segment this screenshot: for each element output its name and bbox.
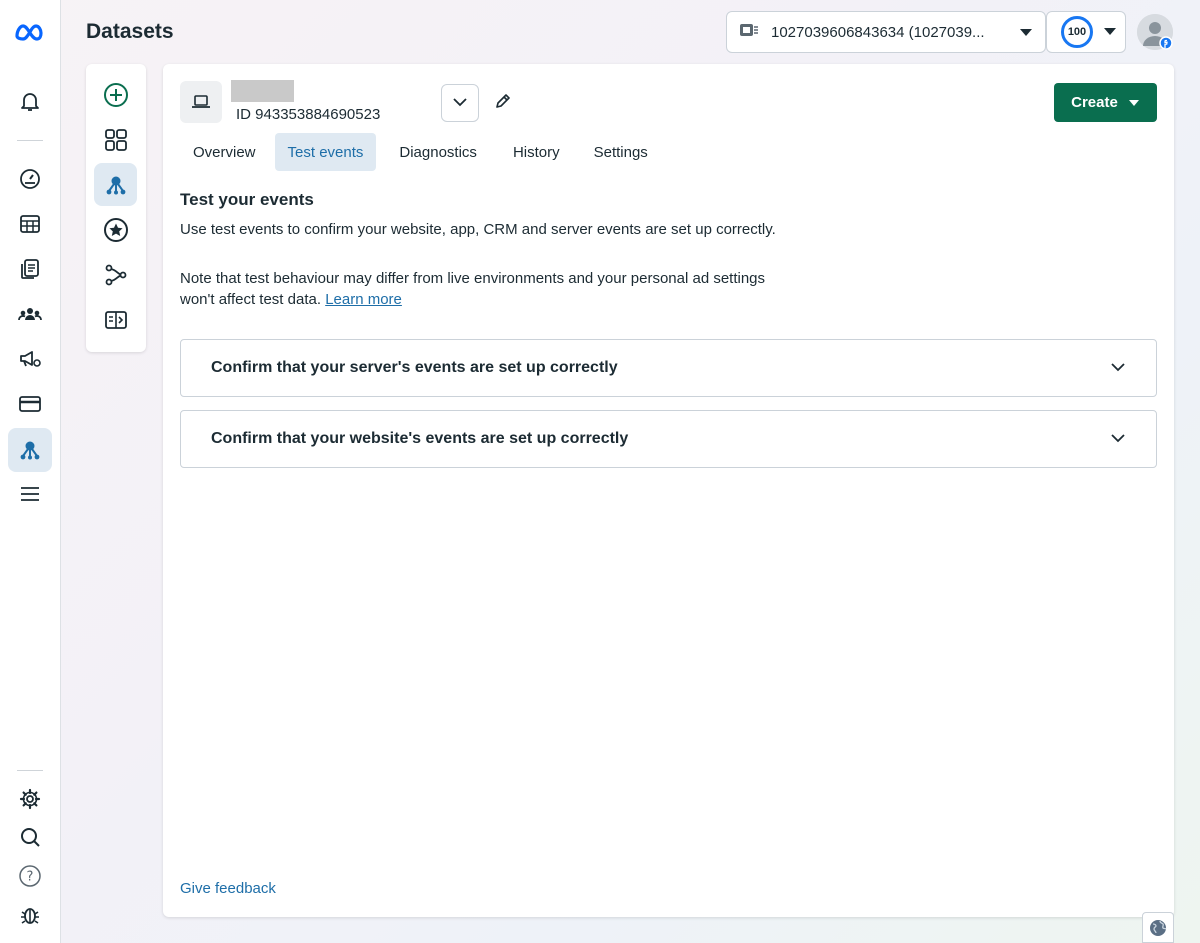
opportunity-score-selector[interactable]: 100	[1046, 11, 1126, 53]
chevron-down-icon	[1110, 430, 1126, 448]
tag-icon[interactable]	[94, 298, 137, 341]
overview-grid-icon[interactable]	[94, 118, 137, 161]
documents-icon[interactable]	[8, 247, 52, 291]
menu-icon[interactable]	[8, 472, 52, 516]
main-panel: ID 943353884690523 Create Overview Test …	[163, 64, 1174, 917]
bug-report-icon[interactable]	[8, 893, 52, 937]
table-icon[interactable]	[8, 202, 52, 246]
dashboard-gauge-icon[interactable]	[8, 157, 52, 201]
caret-down-icon	[1128, 94, 1140, 111]
rail-divider	[17, 140, 43, 141]
left-nav-rail: ?	[0, 0, 61, 943]
edit-pencil-icon[interactable]	[492, 90, 514, 112]
server-events-accordion[interactable]: Confirm that your server's events are se…	[180, 339, 1157, 397]
tab-overview[interactable]: Overview	[180, 133, 269, 171]
dataset-id: ID 943353884690523	[236, 106, 381, 123]
caret-down-icon	[1103, 23, 1117, 41]
test-note-text: Note that test behaviour may differ from…	[180, 270, 766, 308]
chevron-down-icon	[452, 94, 468, 112]
globe-icon[interactable]	[1142, 912, 1174, 943]
accordion-label: Confirm that your website's events are s…	[211, 430, 629, 447]
business-card-icon	[739, 22, 759, 42]
help-icon[interactable]: ?	[8, 854, 52, 898]
caret-down-icon	[1019, 24, 1033, 41]
dataset-switcher-button[interactable]	[441, 84, 479, 122]
ads-megaphone-icon[interactable]	[8, 337, 52, 381]
audiences-icon[interactable]	[8, 292, 52, 336]
create-button-label: Create	[1071, 94, 1118, 111]
give-feedback-link[interactable]: Give feedback	[180, 880, 276, 897]
tab-test-events[interactable]: Test events	[274, 133, 377, 171]
dataset-tabs: Overview Test events Diagnostics History…	[180, 133, 661, 171]
learn-more-link[interactable]: Learn more	[325, 291, 402, 308]
dataset-name-redacted	[231, 80, 294, 102]
billing-card-icon[interactable]	[8, 382, 52, 426]
chevron-down-icon	[1110, 359, 1126, 377]
page-title: Datasets	[86, 20, 174, 43]
opportunity-score: 100	[1061, 16, 1093, 48]
account-selector[interactable]: 1027039606843634 (1027039...	[726, 11, 1046, 53]
notifications-icon[interactable]	[8, 79, 52, 123]
datasets-icon[interactable]	[94, 163, 137, 206]
svg-text:?: ?	[27, 870, 34, 885]
events-manager-icon[interactable]	[8, 428, 52, 472]
partner-integrations-icon[interactable]	[94, 253, 137, 296]
create-button[interactable]: Create	[1054, 83, 1157, 122]
meta-logo-icon[interactable]	[8, 10, 52, 54]
section-title: Test your events	[180, 190, 314, 209]
add-icon[interactable]	[94, 73, 137, 116]
rail-divider	[17, 770, 43, 771]
events-manager-subnav	[86, 64, 146, 352]
section-description: Use test events to confirm your website,…	[180, 221, 776, 238]
tab-diagnostics[interactable]: Diagnostics	[386, 133, 490, 171]
tab-settings[interactable]: Settings	[581, 133, 661, 171]
tab-history[interactable]: History	[500, 133, 573, 171]
test-note: Note that test behaviour may differ from…	[180, 268, 800, 310]
laptop-icon	[180, 81, 222, 123]
account-selector-value: 1027039606843634 (1027039...	[771, 23, 985, 41]
accordion-label: Confirm that your server's events are se…	[211, 359, 618, 376]
custom-conversions-icon[interactable]	[94, 208, 137, 251]
search-icon[interactable]	[8, 815, 52, 859]
avatar[interactable]	[1137, 14, 1173, 50]
website-events-accordion[interactable]: Confirm that your website's events are s…	[180, 410, 1157, 468]
